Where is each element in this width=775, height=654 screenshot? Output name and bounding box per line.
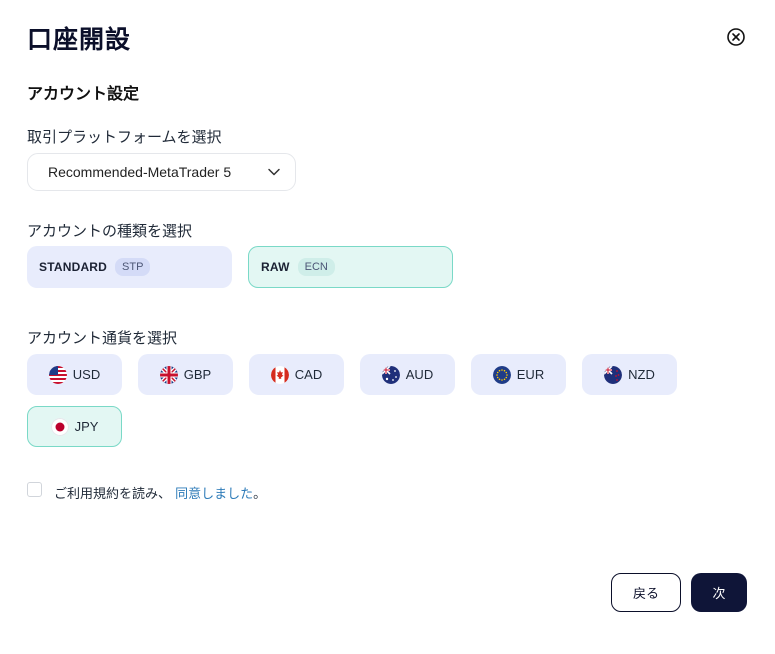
back-button[interactable]: 戻る xyxy=(611,573,681,612)
terms-text: ご利用規約を読み、 同意しました。 xyxy=(54,483,266,502)
account-type-label: アカウントの種類を選択 xyxy=(27,222,193,240)
currency-option-nzd[interactable]: NZD xyxy=(582,354,677,395)
eu-flag-icon xyxy=(492,365,511,384)
currency-option-gbp[interactable]: GBP xyxy=(138,354,233,395)
japan-flag-icon xyxy=(50,417,69,436)
next-button[interactable]: 次 xyxy=(691,573,747,612)
currency-option-aud[interactable]: AUD xyxy=(360,354,455,395)
currency-code: EUR xyxy=(516,367,545,382)
uk-flag-icon xyxy=(159,365,178,384)
terms-suffix: 。 xyxy=(253,487,267,502)
currency-code: JPY xyxy=(74,419,99,434)
account-type-name: RAW xyxy=(261,260,290,274)
currency-code: NZD xyxy=(628,367,655,382)
currency-code: AUD xyxy=(405,367,434,382)
currency-label: アカウント通貨を選択 xyxy=(27,329,178,347)
currency-code: GBP xyxy=(183,367,212,382)
account-type-badge: STP xyxy=(115,258,151,276)
terms-link[interactable]: 同意しました xyxy=(175,487,253,502)
currency-option-usd[interactable]: USD xyxy=(27,354,122,395)
currency-option-cad[interactable]: CAD xyxy=(249,354,344,395)
account-type-name: STANDARD xyxy=(39,260,108,274)
dialog-title: 口座開設 xyxy=(27,25,132,54)
platform-selected-value: Recommended-MetaTrader 5 xyxy=(48,164,232,180)
platform-label: 取引プラットフォームを選択 xyxy=(27,128,222,146)
currency-code: USD xyxy=(72,367,101,382)
new-zealand-flag-icon xyxy=(604,365,623,384)
chevron-down-icon xyxy=(268,168,280,176)
account-type-standard[interactable]: STANDARD STP xyxy=(27,246,232,288)
canada-flag-icon xyxy=(270,365,289,384)
close-icon[interactable] xyxy=(726,27,746,47)
platform-select[interactable]: Recommended-MetaTrader 5 xyxy=(27,153,296,191)
australia-flag-icon xyxy=(381,365,400,384)
account-type-badge: ECN xyxy=(297,258,335,276)
account-type-raw[interactable]: RAW ECN xyxy=(248,246,453,288)
currency-option-eur[interactable]: EUR xyxy=(471,354,566,395)
currency-option-jpy[interactable]: JPY xyxy=(27,406,122,447)
terms-label: ご利用規約を読み、 xyxy=(54,487,172,502)
currency-code: CAD xyxy=(294,367,323,382)
section-title: アカウント設定 xyxy=(27,84,140,103)
us-flag-icon xyxy=(48,365,67,384)
terms-checkbox[interactable] xyxy=(27,482,42,497)
